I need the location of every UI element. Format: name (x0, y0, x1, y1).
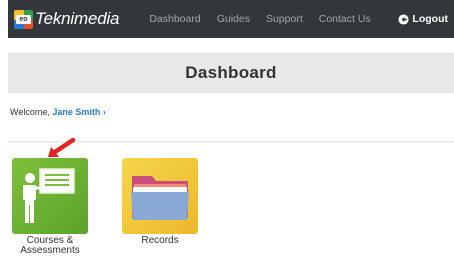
courses-label-line2: Assessments (20, 245, 80, 256)
teknimedia-logo-icon: eo (14, 9, 33, 29)
courses-assessments-tile-icon-box[interactable] (12, 158, 88, 234)
welcome-message: Welcome, Jane Smith › (10, 107, 106, 117)
nav-contact-us[interactable]: Contact Us (319, 13, 371, 25)
page-title: Dashboard (185, 63, 277, 82)
folder-icon (131, 176, 189, 220)
user-name: Jane Smith (52, 107, 101, 117)
logout-button[interactable]: Logout (398, 0, 448, 38)
records-tile[interactable]: Records (122, 158, 198, 246)
logout-label: Logout (412, 13, 448, 25)
page-header: Dashboard (8, 53, 454, 93)
logo-tag: eo (16, 14, 31, 24)
red-pointer-arrow-icon (48, 137, 76, 157)
brand-name: Teknimedia (35, 9, 120, 28)
nav-guides[interactable]: Guides (217, 13, 250, 25)
records-tile-icon-box[interactable] (122, 158, 198, 234)
courses-assessments-tile[interactable]: Courses & Assessments (12, 158, 88, 256)
top-navbar: eo Teknimedia Dashboard Guides Support C… (8, 0, 454, 38)
records-label[interactable]: Records (122, 236, 198, 246)
instructor-board-icon (23, 168, 75, 223)
nav-dashboard[interactable]: Dashboard (149, 13, 200, 25)
logout-icon (398, 13, 409, 25)
nav-support[interactable]: Support (266, 13, 303, 25)
user-profile-link[interactable]: Jane Smith › (52, 107, 106, 117)
main-nav: Dashboard Guides Support Contact Us (149, 13, 386, 25)
courses-assessments-label[interactable]: Courses & Assessments (12, 236, 88, 256)
brand[interactable]: eo Teknimedia (14, 0, 120, 38)
chevron-right-icon: › (102, 107, 106, 117)
welcome-prefix: Welcome, (10, 107, 53, 117)
records-label-line1: Records (141, 235, 179, 246)
